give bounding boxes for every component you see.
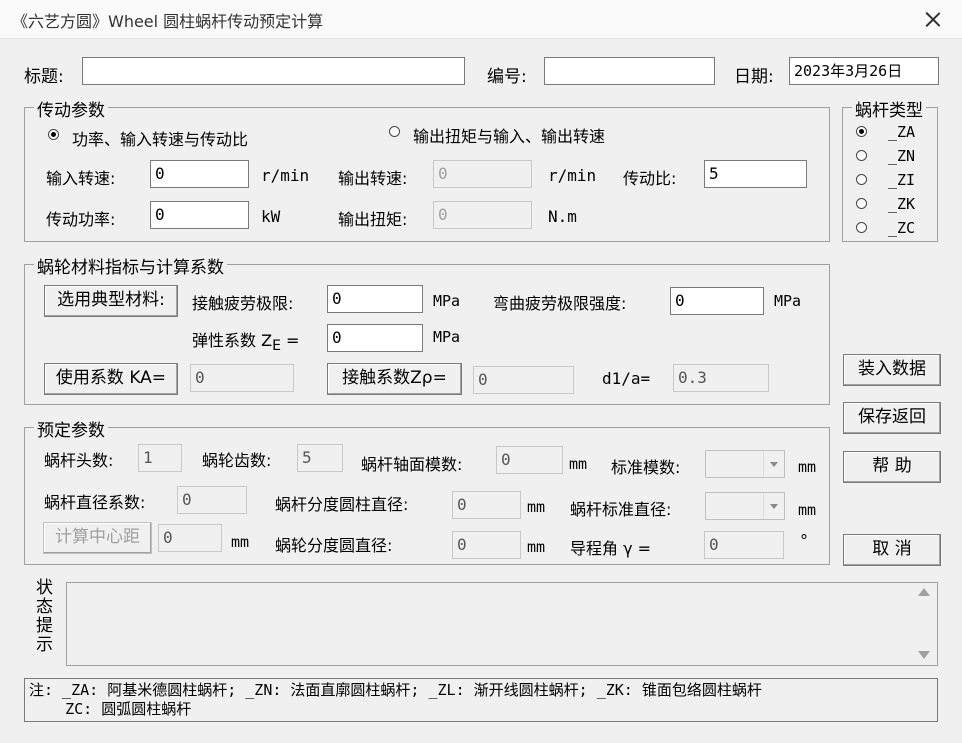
worm-type-label: _ZC [888, 219, 916, 237]
wheel-teeth-field[interactable]: 5 [297, 444, 343, 472]
torque-label: 输出扭矩: [338, 210, 408, 229]
worm-type-label: _ZN [888, 147, 916, 165]
title-bar: 《六艺方圆》Wheel 圆柱蜗杆传动预定计算 [0, 0, 962, 39]
load-data-button[interactable]: 装入数据 [843, 354, 941, 386]
date-input[interactable]: 2023年3月26日 [789, 57, 939, 85]
material-legend: 蜗轮材料指标与计算系数 [34, 253, 227, 278]
chevron-down-icon [763, 493, 784, 519]
ratio-label: 传动比: [623, 169, 677, 188]
torque-unit: N.m [548, 207, 577, 226]
power-field[interactable]: 0 [150, 201, 249, 229]
center-distance-field[interactable]: 0 [158, 524, 222, 552]
worm-type-radio-zi[interactable] [856, 174, 867, 185]
power-label: 传动功率: [46, 210, 116, 229]
zp-button[interactable]: 接触系数Zρ= [327, 363, 462, 395]
std-module-select[interactable] [705, 450, 785, 478]
contact-fatigue-field[interactable]: 0 [327, 285, 423, 313]
elastic-coef-field[interactable]: 0 [327, 324, 423, 352]
d1a-field[interactable]: 0.3 [673, 364, 769, 392]
center-distance-unit: mm [231, 533, 250, 551]
mode1-label: 功率、输入转速与传动比 [72, 130, 249, 149]
ka-button[interactable]: 使用系数 KA= [44, 363, 178, 395]
input-speed-label: 输入转速: [46, 169, 116, 188]
contact-fatigue-label: 接触疲劳极限: [192, 294, 294, 313]
worm-starts-field[interactable]: 1 [138, 444, 182, 472]
scroll-down-icon[interactable] [918, 651, 930, 659]
calc-center-button[interactable]: 计算中心距 [43, 522, 152, 554]
power-unit: kW [261, 207, 281, 226]
title-input[interactable] [82, 57, 465, 85]
date-label: 日期: [734, 67, 774, 87]
bending-fatigue-unit: MPa [774, 292, 802, 310]
preset-legend: 预定参数 [34, 416, 108, 441]
worm-ref-dia-field[interactable]: 0 [452, 491, 521, 519]
axial-module-label: 蜗杆轴面模数: [361, 455, 463, 474]
lead-angle-field[interactable]: 0 [704, 531, 784, 559]
wheel-ref-dia-unit: mm [527, 538, 546, 556]
mode1-radio[interactable] [48, 129, 59, 140]
output-speed-label: 输出转速: [338, 169, 408, 188]
worm-type-label: _ZK [888, 195, 916, 213]
torque-field[interactable]: 0 [433, 201, 532, 229]
bending-fatigue-label: 弯曲疲劳极限强度: [493, 294, 627, 313]
axial-module-field[interactable]: 0 [496, 446, 563, 474]
help-button[interactable]: 帮 助 [843, 451, 941, 483]
ratio-field[interactable]: 5 [704, 160, 807, 188]
close-icon[interactable] [918, 4, 948, 34]
zp-field[interactable]: 0 [473, 366, 574, 394]
d1a-label: d1/a= [602, 369, 651, 388]
worm-type-radio-zn[interactable] [856, 150, 867, 161]
status-label: 状 态 提 示 [36, 578, 53, 655]
wheel-teeth-label: 蜗轮齿数: [202, 451, 272, 470]
contact-fatigue-unit: MPa [433, 292, 461, 310]
wheel-ref-dia-label: 蜗轮分度圆直径: [275, 536, 393, 555]
scroll-up-icon[interactable] [918, 588, 930, 596]
cancel-button[interactable]: 取 消 [843, 534, 941, 566]
transmission-legend: 传动参数 [34, 96, 108, 121]
worm-ref-dia-unit: mm [527, 498, 546, 516]
output-speed-unit: r/min [548, 166, 597, 185]
save-return-button[interactable]: 保存返回 [843, 402, 941, 434]
worm-type-label: _ZA [888, 123, 916, 141]
worm-std-dia-unit: mm [798, 501, 817, 519]
mode2-radio[interactable] [389, 126, 400, 137]
diameter-factor-label: 蜗杆直径系数: [44, 493, 146, 512]
worm-type-radio-zk[interactable] [856, 198, 867, 209]
worm-std-dia-label: 蜗杆标准直径: [570, 500, 672, 519]
number-label: 编号: [487, 67, 527, 87]
window-title: 《六艺方圆》Wheel 圆柱蜗杆传动预定计算 [12, 12, 324, 31]
title-label: 标题: [24, 67, 64, 87]
std-module-label: 标准模数: [611, 458, 681, 477]
input-speed-unit: r/min [261, 166, 310, 185]
chevron-down-icon [763, 451, 784, 477]
worm-starts-label: 蜗杆头数: [44, 451, 114, 470]
axial-module-unit: mm [569, 455, 588, 473]
output-speed-field[interactable]: 0 [433, 160, 532, 188]
select-material-button[interactable]: 选用典型材料: [44, 285, 178, 317]
bending-fatigue-field[interactable]: 0 [670, 287, 764, 315]
worm-type-legend: 蜗杆类型 [852, 96, 926, 121]
note-box: 注: _ZA: 阿基米德圆柱蜗杆; _ZN: 法面直廓圆柱蜗杆; _ZL: 渐开… [24, 678, 938, 722]
worm-ref-dia-label: 蜗杆分度圆柱直径: [275, 495, 409, 514]
elastic-coef-label: 弹性系数 ZE = [192, 331, 300, 355]
worm-type-label: _ZI [888, 171, 916, 189]
input-speed-field[interactable]: 0 [150, 160, 249, 188]
worm-type-radio-za[interactable] [856, 126, 867, 137]
number-input[interactable] [544, 57, 715, 85]
ka-field[interactable]: 0 [190, 364, 294, 392]
status-textbox[interactable] [66, 582, 938, 666]
worm-type-radio-zc[interactable] [856, 222, 867, 233]
std-module-unit: mm [798, 458, 817, 476]
mode2-label: 输出扭矩与输入、输出转速 [413, 127, 606, 146]
wheel-ref-dia-field[interactable]: 0 [452, 531, 521, 559]
lead-angle-label: 导程角 γ = [570, 539, 652, 558]
elastic-coef-unit: MPa [433, 328, 461, 346]
worm-std-dia-select[interactable] [705, 492, 785, 520]
diameter-factor-field[interactable]: 0 [177, 486, 247, 514]
lead-angle-unit: ° [800, 531, 808, 550]
